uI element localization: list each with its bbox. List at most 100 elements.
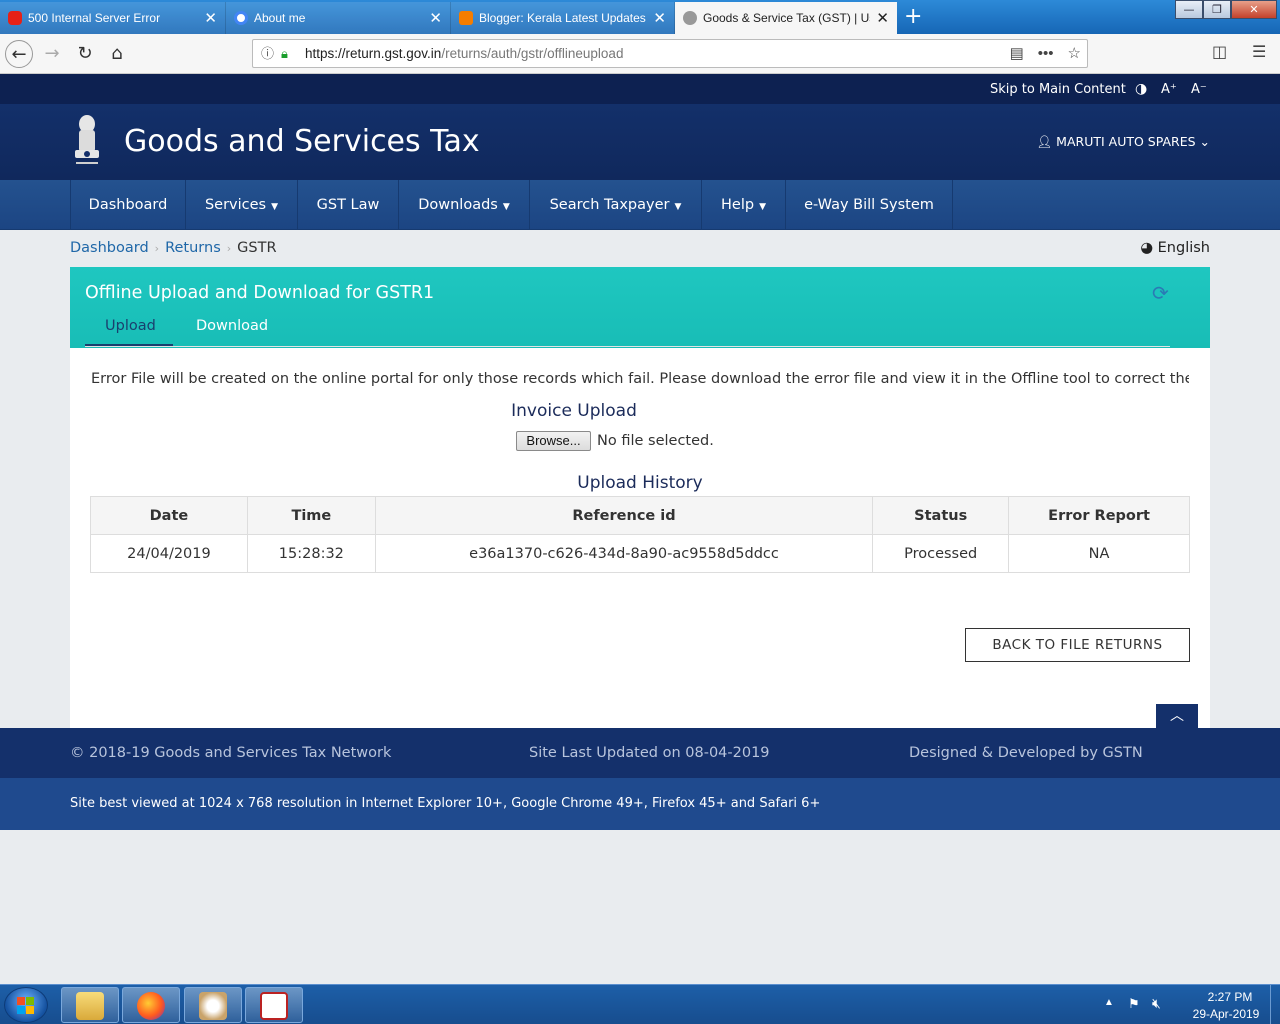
invoice-upload-title: Invoice Upload (511, 401, 637, 421)
chevron-up-icon: ︿ (1170, 708, 1184, 724)
system-tray: ▲ ⚑ 🔇︎ 2:27 PM 29-Apr-2019 (1100, 985, 1280, 1024)
lock-icon[interactable]: 🔒︎ (281, 40, 288, 67)
url-bar[interactable]: ⓘ 🔒︎ https://return.gst.gov.in/returns/a… (252, 39, 1088, 68)
user-icon: 👤︎ (1036, 134, 1053, 149)
col-date: Date (90, 496, 248, 535)
globe-icon: ◕ (1140, 240, 1154, 256)
url-actions: ▤ ••• ☆ (1010, 40, 1081, 67)
tally-erp-icon (260, 992, 288, 1020)
tab-divider (85, 346, 1170, 347)
best-viewed-text: Site best viewed at 1024 x 768 resolutio… (70, 796, 821, 811)
info-icon[interactable]: ⓘ (261, 40, 274, 67)
start-button[interactable] (4, 987, 48, 1023)
new-tab-icon[interactable]: + (904, 4, 922, 29)
action-center-flag-icon[interactable]: ⚑ (1128, 996, 1140, 1012)
bookmark-star-icon[interactable]: ☆ (1068, 40, 1081, 67)
language-selector[interactable]: ◕ English (1140, 240, 1210, 256)
browser-tab-1[interactable]: 500 Internal Server Error ✕ (0, 2, 226, 34)
user-menu[interactable]: 👤︎ MARUTI AUTO SPARES ⌄ (1036, 134, 1210, 150)
close-tab-icon[interactable]: ✕ (429, 9, 442, 27)
reader-view-icon[interactable]: ▤ (1010, 40, 1024, 67)
close-tab-icon[interactable]: ✕ (876, 9, 889, 27)
reload-icon[interactable]: ↻ (71, 40, 99, 68)
chevron-right-icon: › (154, 242, 160, 255)
taskbar-explorer[interactable] (61, 987, 119, 1023)
cell-date: 24/04/2019 (90, 534, 248, 573)
back-arrow-icon[interactable]: ← (5, 40, 33, 68)
file-upload-control: Browse... No file selected. (516, 431, 714, 451)
browse-button[interactable]: Browse... (516, 431, 591, 451)
nav-services[interactable]: Services ▼ (186, 180, 298, 230)
contrast-icon[interactable]: ◑ (1135, 81, 1147, 97)
url-host: https://return.gst.gov.in (305, 46, 442, 61)
tab-download[interactable]: Download (196, 318, 268, 334)
browser-tab-2[interactable]: About me ✕ (226, 2, 451, 34)
browser-toolbar: ← → ↻ ⌂ ⓘ 🔒︎ https://return.gst.gov.in/r… (0, 34, 1280, 74)
national-emblem-icon (75, 115, 99, 164)
error-file-notice: Error File will be created on the online… (91, 371, 1189, 387)
gst-emblem-icon (683, 11, 697, 25)
tab-upload[interactable]: Upload (105, 318, 156, 334)
firefox-icon (137, 992, 165, 1020)
site-header: Goods and Services Tax 👤︎ MARUTI AUTO SP… (0, 104, 1280, 180)
footer-updated: Site Last Updated on 08-04-2019 (529, 745, 770, 761)
font-decrease-button[interactable]: A⁻ (1191, 82, 1207, 97)
cell-error-report: NA (1008, 534, 1190, 573)
browser-tab-active[interactable]: Goods & Service Tax (GST) | User ✕ (675, 2, 897, 34)
breadcrumb-current: GSTR (237, 240, 277, 256)
card-header: Offline Upload and Download for GSTR1 ⟳ … (70, 267, 1210, 348)
nav-dashboard[interactable]: Dashboard (70, 180, 186, 230)
hamburger-menu-icon[interactable]: ☰ (1252, 42, 1266, 61)
window-close-icon[interactable]: ✕ (1231, 0, 1277, 19)
close-tab-icon[interactable]: ✕ (204, 9, 217, 27)
accessibility-strip: Skip to Main Content ◑ A⁺ A⁻ (0, 74, 1280, 104)
footer-designed: Designed & Developed by GSTN (909, 745, 1143, 761)
file-status-text: No file selected. (597, 433, 714, 449)
close-tab-icon[interactable]: ✕ (653, 9, 666, 27)
offline-upload-card: Offline Upload and Download for GSTR1 ⟳ … (70, 267, 1210, 728)
clock-time[interactable]: 2:27 PM (1200, 990, 1260, 1004)
blogger-icon (459, 11, 473, 25)
windows-taskbar: ▲ ⚑ 🔇︎ 2:27 PM 29-Apr-2019 (0, 984, 1280, 1024)
maximize-icon[interactable]: ❐ (1203, 0, 1231, 19)
breadcrumb-returns[interactable]: Returns (165, 240, 221, 256)
nav-search-taxpayer[interactable]: Search Taxpayer ▼ (530, 180, 702, 230)
chevron-right-icon: › (226, 242, 232, 255)
windows-logo-icon (17, 997, 34, 1014)
taskbar-paint[interactable] (184, 987, 242, 1023)
refresh-icon[interactable]: ⟳ (1152, 281, 1169, 305)
browser-tab-3[interactable]: Blogger: Kerala Latest Updates ✕ (451, 2, 675, 34)
skip-to-main-link[interactable]: Skip to Main Content (990, 82, 1126, 97)
youtube-icon (8, 11, 22, 25)
clock-date[interactable]: 29-Apr-2019 (1186, 1007, 1266, 1021)
caret-down-icon: ▼ (271, 202, 279, 212)
taskbar-firefox[interactable] (122, 987, 180, 1023)
upload-history-title: Upload History (577, 473, 703, 493)
window-controls: — ❐ ✕ (1175, 0, 1277, 20)
col-status: Status (872, 496, 1010, 535)
card-title: Offline Upload and Download for GSTR1 (85, 283, 435, 303)
forward-arrow-icon[interactable]: → (38, 40, 66, 68)
show-desktop-button[interactable] (1270, 985, 1280, 1024)
footer-copyright: © 2018-19 Goods and Services Tax Network (70, 745, 392, 761)
tray-expand-icon[interactable]: ▲ (1104, 997, 1114, 1008)
home-icon[interactable]: ⌂ (103, 40, 131, 68)
nav-downloads[interactable]: Downloads ▼ (399, 180, 530, 230)
taskbar-tally[interactable] (245, 987, 303, 1023)
sidebar-icon[interactable]: ◫ (1212, 42, 1227, 61)
breadcrumb-dashboard[interactable]: Dashboard (70, 240, 149, 256)
url-path: /returns/auth/gstr/offlineupload (441, 46, 624, 61)
scroll-to-top-button[interactable]: ︿ (1156, 704, 1198, 728)
table-row: 24/04/2019 15:28:32 e36a1370-c626-434d-8… (90, 534, 1190, 573)
nav-gst-law[interactable]: GST Law (298, 180, 399, 230)
chevron-down-icon: ⌄ (1199, 134, 1210, 149)
speaker-muted-icon[interactable]: 🔇︎ (1152, 995, 1161, 1012)
font-increase-button[interactable]: A⁺ (1161, 82, 1177, 97)
footer-main: © 2018-19 Goods and Services Tax Network… (0, 728, 1280, 778)
back-to-file-returns-button[interactable]: BACK TO FILE RETURNS (965, 628, 1190, 662)
page-actions-icon[interactable]: ••• (1038, 40, 1054, 67)
nav-eway-bill[interactable]: e-Way Bill System (786, 180, 953, 230)
web-page: Skip to Main Content ◑ A⁺ A⁻ Goods and S… (0, 74, 1280, 984)
nav-help[interactable]: Help ▼ (702, 180, 786, 230)
minimize-icon[interactable]: — (1175, 0, 1203, 19)
